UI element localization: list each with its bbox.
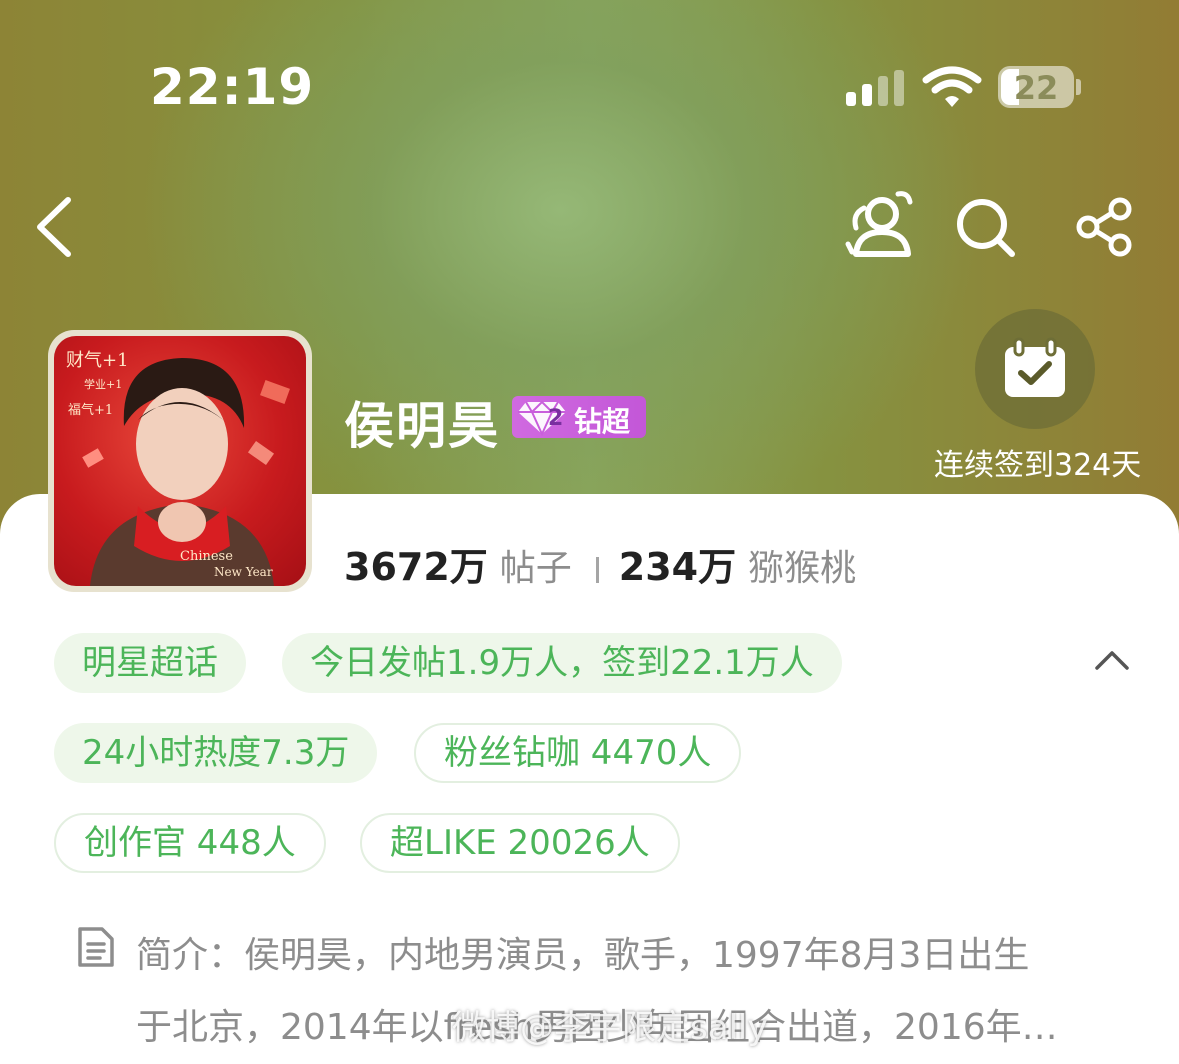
chevron-left-icon[interactable] — [34, 196, 74, 258]
posts-label: 帖子 — [499, 548, 572, 589]
tag-heat[interactable]: 24小时热度7.3万 — [54, 723, 378, 783]
avatar-text-5: New Year — [214, 565, 273, 579]
tag-creator[interactable]: 创作官 448人 — [54, 813, 326, 873]
level-badge[interactable]: 2 钻超 — [512, 396, 646, 438]
checkin-streak: 连续签到324天 — [934, 448, 1142, 483]
signal-icon — [846, 70, 908, 106]
tag-fan-diamond[interactable]: 粉丝钻咖 4470人 — [414, 723, 742, 783]
chevron-up-icon[interactable] — [1094, 648, 1130, 672]
badge-label: 钻超 — [574, 405, 631, 438]
search-icon[interactable] — [954, 196, 1018, 260]
share-icon[interactable] — [1074, 196, 1136, 258]
fans-label: 猕猴桃 — [748, 548, 857, 589]
avatar-text-1: 财气+1 — [66, 350, 129, 371]
checkin-button[interactable] — [975, 309, 1095, 429]
avatar-frame[interactable]: 财气+1 学业+1 福气+1 Chinese New Year — [48, 330, 312, 592]
avatar-illustration: 财气+1 学业+1 福气+1 Chinese New Year — [66, 350, 290, 586]
intro-line-1: 简介：侯明昊，内地男演员，歌手，1997年8月3日出生 — [136, 935, 1030, 976]
fans-count: 234万 — [618, 545, 737, 589]
avatar-text-2: 学业+1 — [84, 377, 122, 391]
people-icon[interactable] — [842, 188, 918, 260]
badge-level: 2 — [548, 406, 564, 431]
battery-icon: 22 — [998, 66, 1074, 108]
calendar-check-icon — [1005, 337, 1065, 397]
posts-count: 3672万 — [344, 545, 488, 589]
stats-divider — [595, 557, 599, 583]
wifi-icon — [922, 66, 982, 107]
battery-tip — [1076, 79, 1081, 95]
avatar: 财气+1 学业+1 福气+1 Chinese New Year — [54, 336, 306, 586]
watermark: 微博@李宇限定sally — [452, 1008, 768, 1048]
status-time: 22:19 — [150, 58, 315, 116]
tag-star-topic[interactable]: 明星超话 — [54, 633, 246, 693]
battery-level: 22 — [1013, 69, 1059, 107]
document-icon — [78, 927, 114, 967]
stats-row: 3672万 帖子 234万 猕猴桃 — [344, 536, 856, 591]
avatar-text-3: 福气+1 — [68, 402, 113, 418]
avatar-text-4: Chinese — [180, 549, 233, 564]
topic-name: 侯明昊 — [344, 397, 500, 455]
tag-super-like[interactable]: 超LIKE 20026人 — [360, 813, 680, 873]
tag-daily-activity[interactable]: 今日发帖1.9万人，签到22.1万人 — [282, 633, 842, 693]
